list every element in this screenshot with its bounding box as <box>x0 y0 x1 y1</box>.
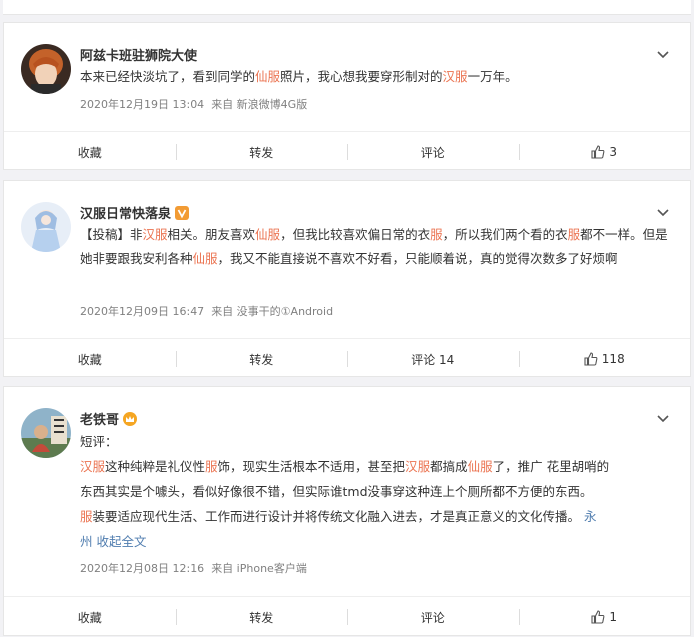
post-meta: 2020年12月19日 13:04 来自 新浪微博4G版 <box>80 96 307 112</box>
text-link[interactable]: 收起全文 <box>93 534 146 549</box>
highlighted-keyword: 汉服 <box>80 459 106 474</box>
post-text: 【投稿】非汉服相关。朋友喜欢仙服，但我比较喜欢偏日常的衣服，所以我们两个看的衣服… <box>80 223 670 271</box>
action-bar: 收藏 转发 评论 14 118 <box>4 338 690 379</box>
weibo-post-1: 阿兹卡班驻狮院大使 本来已经快淡坑了，看到同学的仙服照片，我心想我要穿形制对的汉… <box>3 22 691 170</box>
highlighted-keyword: 服 <box>430 227 443 242</box>
text-segment: 【投稿】非 <box>80 227 143 242</box>
chevron-down-icon[interactable] <box>656 47 670 61</box>
post-date[interactable]: 2020年12月08日 12:16 <box>80 562 204 575</box>
post-source: 来自 没事干的①Android <box>211 305 334 318</box>
text-segment: 一万年。 <box>467 69 518 84</box>
like-button[interactable]: 3 <box>518 132 691 172</box>
post-line-3: 东西其实是个噱头，看似好像很不错，但实际谁tmd没事穿这种连上个厕所都不方便的东… <box>80 484 593 499</box>
like-button[interactable]: 118 <box>518 339 691 379</box>
text-segment: 装要适应现代生活、工作而进行设计并将传统文化融入进去，才是真正意义的文化传播。 <box>92 509 584 524</box>
text-segment: 都搞成 <box>430 459 468 474</box>
repost-button[interactable]: 转发 <box>175 339 348 379</box>
like-count: 3 <box>609 145 618 159</box>
post-meta: 2020年12月08日 12:16 来自 iPhone客户端 <box>80 560 307 576</box>
crown-icon <box>123 412 138 426</box>
post-text: 短评： 汉服这种纯粹是礼仪性服饰，现实生活根本不适用，甚至把汉服都搞成仙服了，推… <box>80 429 670 554</box>
repost-label: 转发 <box>249 352 274 367</box>
post-line-2: 汉服这种纯粹是礼仪性服饰，现实生活根本不适用，甚至把汉服都搞成仙服了，推广 花里… <box>80 454 670 479</box>
highlighted-keyword: 服 <box>80 509 93 524</box>
highlighted-keyword: 汉服 <box>442 69 468 84</box>
avatar[interactable] <box>21 44 71 94</box>
weibo-post-2: 汉服日常快落泉 【投稿】非汉服相关。朋友喜欢仙服，但我比较喜欢偏日常的衣服，所以… <box>3 180 691 377</box>
comment-label: 评论 14 <box>411 352 455 367</box>
text-link[interactable]: 永 <box>584 509 597 524</box>
comment-button[interactable]: 评论 14 <box>347 339 519 379</box>
thumbs-up-icon <box>584 352 598 366</box>
text-segment: 了，推广 花里胡哨的 <box>492 459 610 474</box>
repost-label: 转发 <box>249 610 274 625</box>
collect-label: 收藏 <box>77 145 102 160</box>
post-meta: 2020年12月09日 16:47 来自 没事干的①Android <box>80 303 333 319</box>
comment-button[interactable]: 评论 <box>347 132 519 172</box>
post-date[interactable]: 2020年12月19日 13:04 <box>80 98 204 111</box>
post-source: 来自 iPhone客户端 <box>211 562 307 575</box>
highlighted-keyword: 仙服 <box>255 69 281 84</box>
like-button[interactable]: 1 <box>518 597 691 637</box>
thumbs-up-icon <box>591 610 605 624</box>
repost-label: 转发 <box>249 145 274 160</box>
text-segment: 照片，我心想我要穿形制对的 <box>280 69 443 84</box>
post-line-1: 短评： <box>80 434 118 449</box>
text-segment: 本来已经快淡坑了，看到同学的 <box>80 69 256 84</box>
text-segment: ，我又不能直接说不喜欢不好看，只能顺着说，真的觉得次数多了好烦啊 <box>217 251 618 266</box>
action-bar: 收藏 转发 评论 3 <box>4 131 690 172</box>
text-segment: 饰，现实生活根本不适用，甚至把 <box>217 459 406 474</box>
highlighted-keyword: 服 <box>567 227 581 242</box>
username[interactable]: 汉服日常快落泉 <box>80 203 190 222</box>
collect-button[interactable]: 收藏 <box>4 597 176 637</box>
username-text: 老铁哥 <box>80 413 120 428</box>
previous-card-bottom <box>3 0 691 15</box>
highlighted-keyword: 服 <box>205 459 218 474</box>
post-source: 来自 新浪微博4G版 <box>211 98 308 111</box>
text-segment: 相关。朋友喜欢 <box>167 227 256 242</box>
collect-button[interactable]: 收藏 <box>4 132 176 172</box>
comment-label: 评论 <box>420 145 445 160</box>
repost-button[interactable]: 转发 <box>175 132 348 172</box>
comment-label: 评论 <box>420 610 445 625</box>
like-count: 1 <box>609 610 618 624</box>
highlighted-keyword: 仙服 <box>467 459 493 474</box>
highlighted-keyword: 汉服 <box>142 227 168 242</box>
verified-v-icon <box>175 206 190 220</box>
highlighted-keyword: 仙服 <box>255 227 281 242</box>
post-text: 本来已经快淡坑了，看到同学的仙服照片，我心想我要穿形制对的汉服一万年。 <box>80 65 670 89</box>
username-text: 汉服日常快落泉 <box>80 207 172 222</box>
username[interactable]: 阿兹卡班驻狮院大使 <box>80 45 197 64</box>
collect-label: 收藏 <box>77 352 102 367</box>
like-count: 118 <box>601 352 625 366</box>
post-date[interactable]: 2020年12月09日 16:47 <box>80 305 204 318</box>
text-segment: ，所以我们两个看的衣 <box>442 227 568 242</box>
username[interactable]: 老铁哥 <box>80 409 138 428</box>
post-line-5: 州 收起全文 <box>80 529 670 554</box>
highlighted-keyword: 汉服 <box>405 459 431 474</box>
text-segment: ，但我比较喜欢偏日常的衣 <box>280 227 431 242</box>
collect-button[interactable]: 收藏 <box>4 339 176 379</box>
avatar[interactable] <box>21 408 71 458</box>
text-link[interactable]: 州 <box>80 534 93 549</box>
comment-button[interactable]: 评论 <box>347 597 519 637</box>
chevron-down-icon[interactable] <box>656 411 670 425</box>
text-segment: 这种纯粹是礼仪性 <box>105 459 206 474</box>
highlighted-keyword: 仙服 <box>192 251 218 266</box>
chevron-down-icon[interactable] <box>656 205 670 219</box>
repost-button[interactable]: 转发 <box>175 597 348 637</box>
weibo-post-3: 老铁哥 短评： 汉服这种纯粹是礼仪性服饰，现实生活根本不适用，甚至把汉服都搞成仙… <box>3 386 691 636</box>
avatar[interactable] <box>21 202 71 252</box>
thumbs-up-icon <box>591 145 605 159</box>
collect-label: 收藏 <box>77 610 102 625</box>
post-line-4: 服装要适应现代生活、工作而进行设计并将传统文化融入进去，才是真正意义的文化传播。… <box>80 504 670 529</box>
